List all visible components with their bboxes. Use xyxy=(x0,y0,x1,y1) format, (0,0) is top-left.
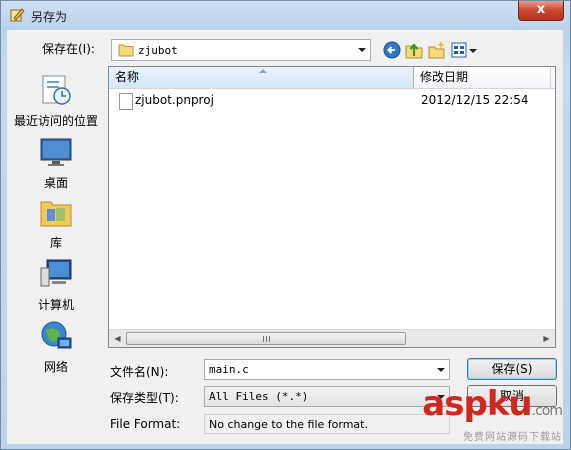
filename-input[interactable]: main.c xyxy=(204,359,450,380)
column-header-overflow[interactable] xyxy=(551,67,555,88)
scrollbar-thumb[interactable] xyxy=(126,332,406,345)
title-bar[interactable]: 另存为 x xyxy=(1,1,570,29)
window-title: 另存为 xyxy=(31,10,68,24)
save-in-label: 保存在(I): xyxy=(42,42,95,56)
grip-icon xyxy=(263,336,271,342)
save-button[interactable]: 保存(S) xyxy=(467,358,557,380)
scroll-left-icon[interactable]: ◀ xyxy=(109,330,126,347)
places-bar: 最近访问的位置 桌面 库 计算机 网络 xyxy=(7,66,105,374)
recent-places-icon xyxy=(38,72,74,108)
column-header-row: 名称 修改日期 xyxy=(109,67,555,89)
close-icon: x xyxy=(536,2,546,17)
save-in-combo[interactable]: zjubot xyxy=(111,39,371,61)
file-list[interactable]: 名称 修改日期 zjubot.pnproj 2012/12/15 22:54 ◀… xyxy=(108,66,556,348)
chevron-down-icon[interactable] xyxy=(437,368,445,372)
place-label: 桌面 xyxy=(43,176,68,190)
scroll-right-icon[interactable]: ▶ xyxy=(538,330,555,347)
place-network[interactable]: 网络 xyxy=(7,318,105,375)
place-recent[interactable]: 最近访问的位置 xyxy=(7,72,105,129)
watermark: aspku.com 免费网站源码下载站 xyxy=(422,384,563,443)
place-computer[interactable]: 计算机 xyxy=(7,256,105,313)
save-as-dialog: 另存为 x 保存在(I): zjubot 最近访问的位置 桌面 库 计算机 网络… xyxy=(0,0,571,450)
chevron-down-icon xyxy=(469,49,477,53)
up-folder-icon[interactable] xyxy=(404,40,424,60)
place-label: 网络 xyxy=(43,360,68,374)
place-libraries[interactable]: 库 xyxy=(7,194,105,251)
view-menu-icon xyxy=(451,42,467,58)
sort-ascending-icon xyxy=(259,69,267,73)
view-menu-button[interactable] xyxy=(451,40,477,60)
new-folder-icon[interactable] xyxy=(427,40,447,60)
file-format-label: File Format: xyxy=(110,417,181,431)
column-header-date[interactable]: 修改日期 xyxy=(414,67,551,88)
back-icon[interactable] xyxy=(382,40,402,60)
file-icon xyxy=(119,93,133,110)
watermark-logo: aspku xyxy=(422,384,532,424)
place-label: 计算机 xyxy=(37,298,74,312)
file-modified: 2012/12/15 22:54 xyxy=(421,93,529,107)
network-icon xyxy=(38,318,74,354)
computer-icon xyxy=(38,256,74,292)
file-format-value: No change to the file format. xyxy=(204,414,450,434)
watermark-suffix: .com xyxy=(531,403,563,419)
file-name: zjubot.pnproj xyxy=(135,93,214,107)
filename-label: 文件名(N): xyxy=(110,365,169,379)
dialog-body: 保存在(I): zjubot 最近访问的位置 桌面 库 计算机 网络 名称 修改… xyxy=(7,30,563,444)
horizontal-scrollbar[interactable]: ◀ ▶ xyxy=(109,329,555,347)
filetype-select[interactable]: All Files (*.*) xyxy=(204,386,450,407)
watermark-tagline: 免费网站源码下载站 xyxy=(463,432,562,443)
list-item[interactable]: zjubot.pnproj 2012/12/15 22:54 xyxy=(109,91,555,111)
chevron-down-icon[interactable] xyxy=(358,48,366,52)
column-header-name[interactable]: 名称 xyxy=(109,67,414,88)
save-in-value: zjubot xyxy=(138,44,178,57)
desktop-icon xyxy=(38,134,74,170)
place-label: 最近访问的位置 xyxy=(13,114,98,128)
close-button[interactable]: x xyxy=(518,1,564,21)
libraries-icon xyxy=(38,194,74,230)
filetype-label: 保存类型(T): xyxy=(110,391,179,405)
place-desktop[interactable]: 桌面 xyxy=(7,134,105,191)
app-icon xyxy=(10,8,25,22)
place-label: 库 xyxy=(49,236,62,250)
folder-icon xyxy=(118,44,134,57)
